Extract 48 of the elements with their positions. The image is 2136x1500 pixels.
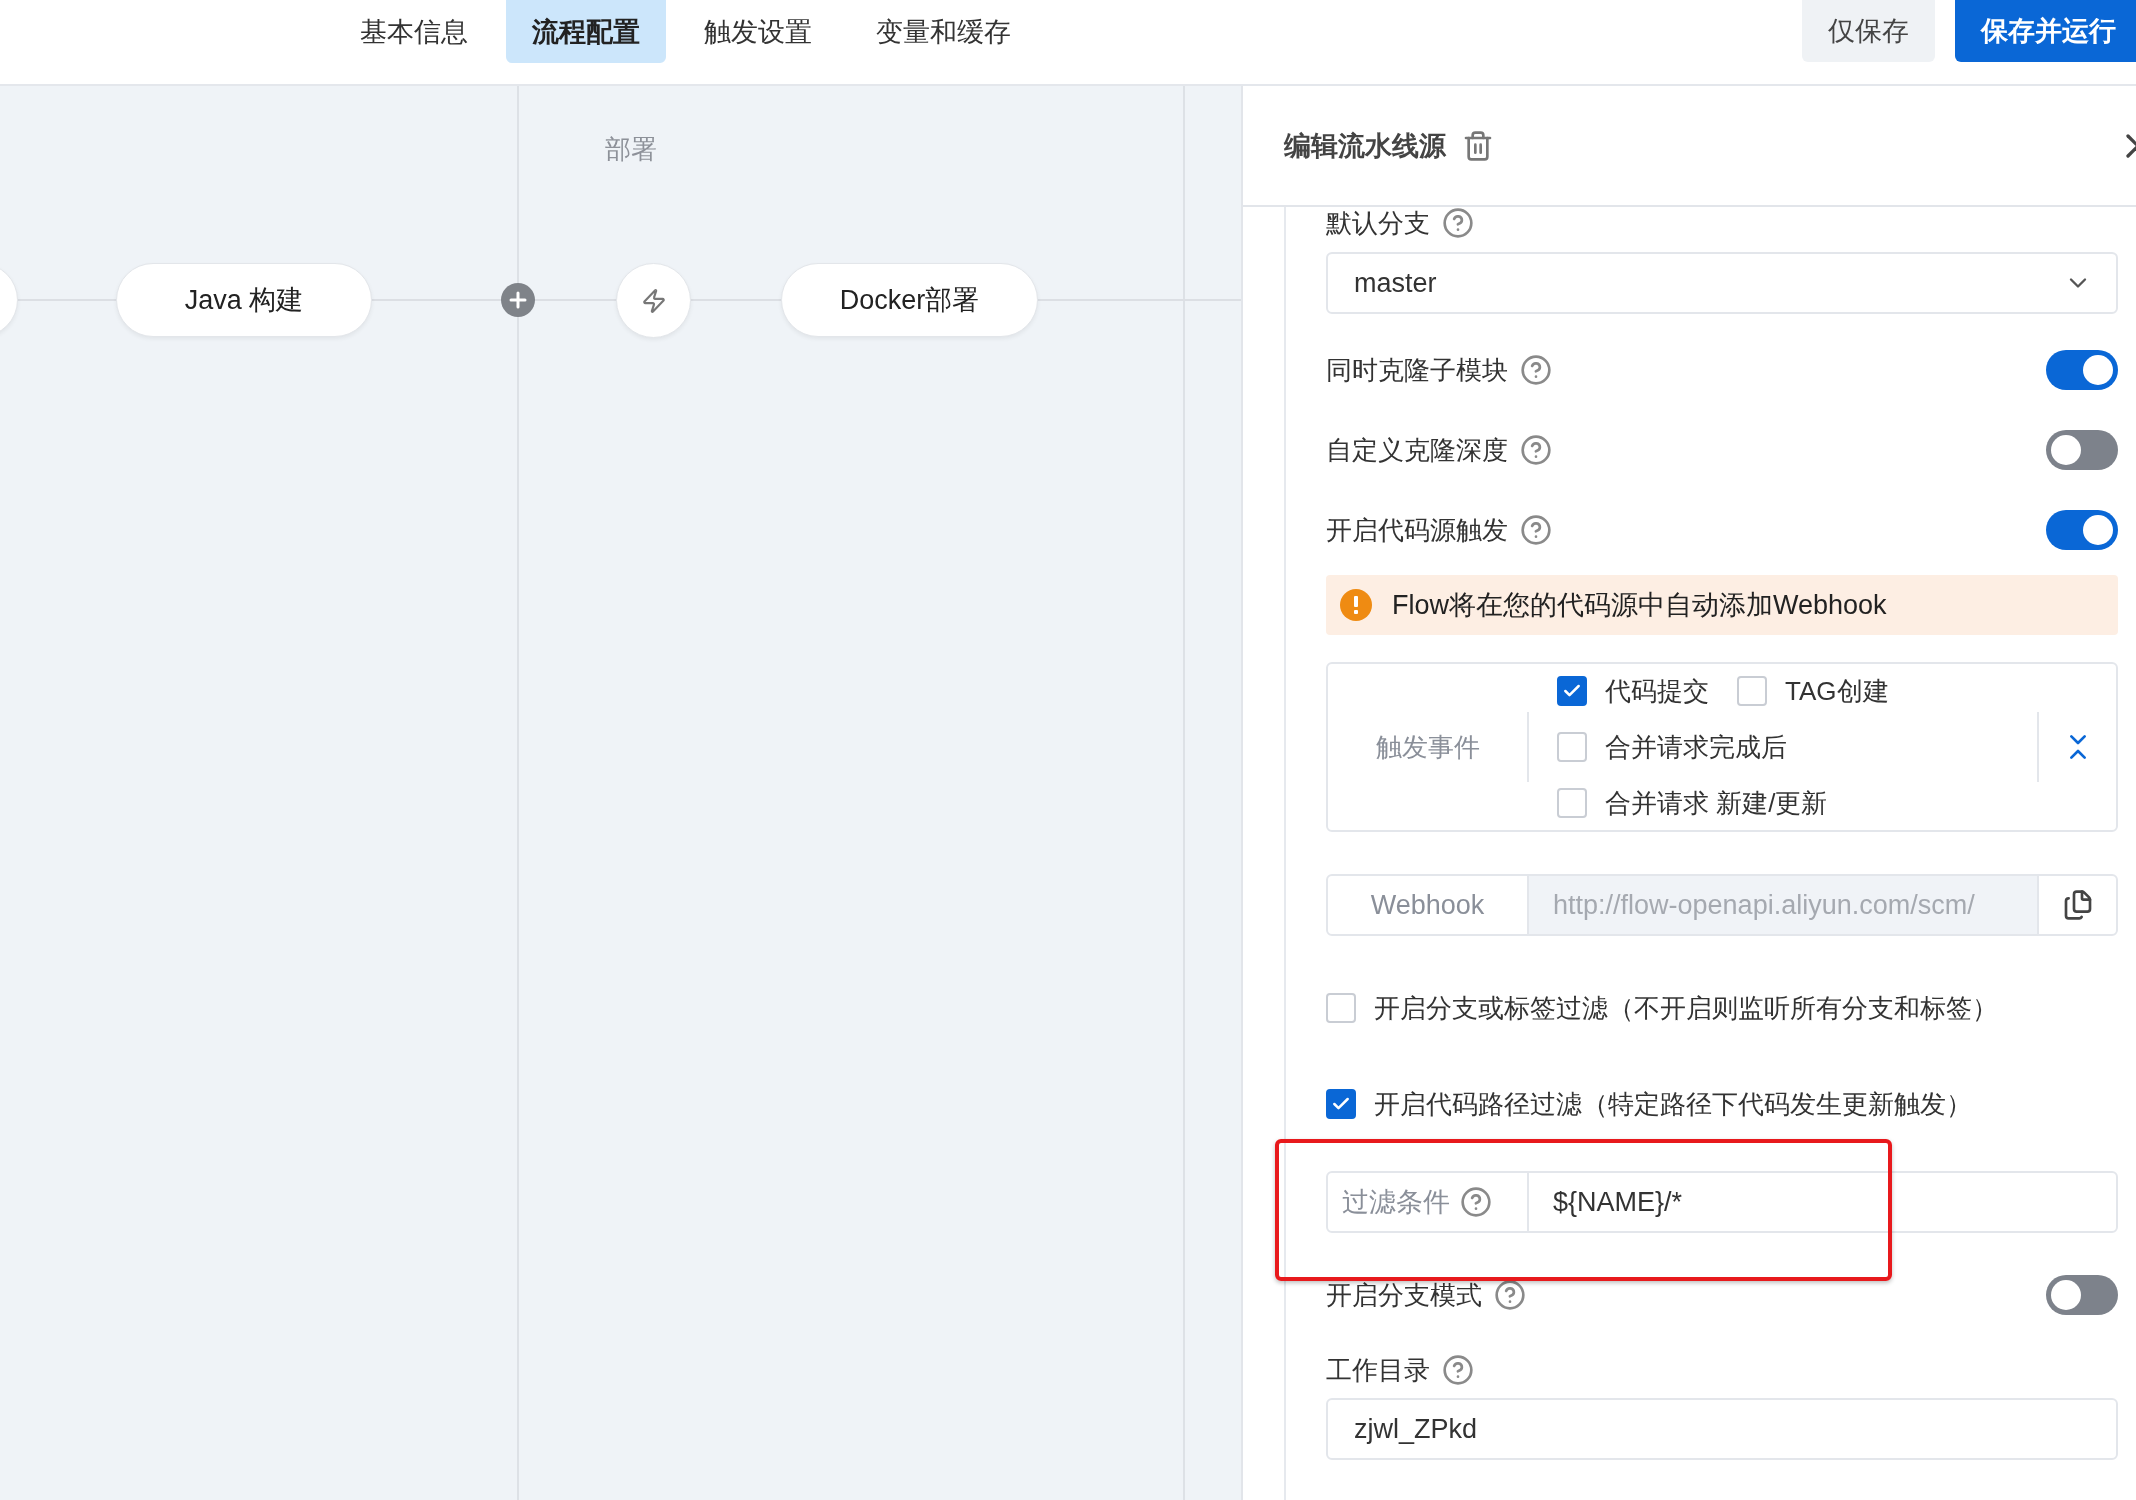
save-button[interactable]: 仅保存 [1802, 0, 1935, 62]
toggle-switch[interactable] [2046, 350, 2118, 390]
job-node[interactable]: Docker部署 [781, 263, 1038, 337]
checkbox-label: TAG创建 [1785, 674, 1889, 708]
switch-label: 自定义克隆深度 [1326, 433, 1508, 467]
checkbox-label: 代码提交 [1605, 674, 1709, 708]
help-icon[interactable] [1442, 1354, 1474, 1386]
field-label: 触发事件 [1375, 730, 1480, 764]
field-label: 工作目录 [1326, 1353, 1430, 1387]
branch-select[interactable]: master [1326, 252, 2118, 314]
checkbox-label: 合并请求完成后 [1605, 730, 1787, 764]
lightning-icon [640, 287, 667, 314]
save-run-button[interactable]: 保存并运行 [1955, 0, 2136, 62]
filter-condition-field[interactable]: 过滤条件 ${NAME}/* [1326, 1171, 2118, 1233]
tab[interactable]: 流程配置 [506, 0, 666, 63]
toggle-switch[interactable] [2046, 430, 2118, 470]
tab[interactable]: 触发设置 [678, 0, 838, 63]
tab[interactable]: 基本信息 [334, 0, 494, 63]
add-button[interactable] [501, 283, 535, 317]
job-node[interactable]: Java 构建 [116, 263, 372, 337]
tab[interactable]: 变量和缓存 [850, 0, 1037, 63]
webhook-url: http://flow-openapi.aliyun.com/scm/ [1553, 889, 1975, 921]
help-icon[interactable] [1520, 434, 1552, 466]
panel-title: 编辑流水线源 [1284, 129, 1446, 163]
alert-text: Flow将在您的代码源中自动添加Webhook [1392, 589, 1887, 622]
trash-icon[interactable] [1462, 129, 1494, 162]
filter-value: ${NAME}/* [1552, 1186, 1683, 1218]
switch-label: 开启代码源触发 [1326, 513, 1508, 547]
warning-icon [1340, 589, 1372, 621]
checkbox-label: 开启分支或标签过滤（不开启则监听所有分支和标签） [1374, 991, 1998, 1025]
help-icon[interactable] [1460, 1186, 1492, 1218]
toggle-switch[interactable] [2046, 510, 2118, 550]
field-label: Webhook [1370, 889, 1485, 921]
checkbox[interactable] [1326, 1089, 1356, 1119]
help-icon[interactable] [1520, 514, 1552, 546]
switch-label: 开启分支模式 [1326, 1278, 1482, 1312]
checkbox-label: 合并请求 新建/更新 [1605, 786, 1828, 820]
field-label: 过滤条件 [1342, 1186, 1450, 1219]
help-icon[interactable] [1442, 207, 1474, 239]
stage-label: 部署 [605, 133, 657, 166]
toggle-switch[interactable] [2046, 1275, 2118, 1315]
help-icon[interactable] [1494, 1279, 1526, 1311]
help-icon[interactable] [1520, 354, 1552, 386]
switch-label: 同时克隆子模块 [1326, 353, 1508, 387]
checkbox[interactable] [1557, 676, 1587, 706]
checkbox-label: 开启代码路径过滤（特定路径下代码发生更新触发） [1374, 1087, 1972, 1121]
work-dir-input[interactable]: zjwl_ZPkd [1326, 1398, 2118, 1460]
field-label: 默认分支 [1326, 206, 1430, 240]
